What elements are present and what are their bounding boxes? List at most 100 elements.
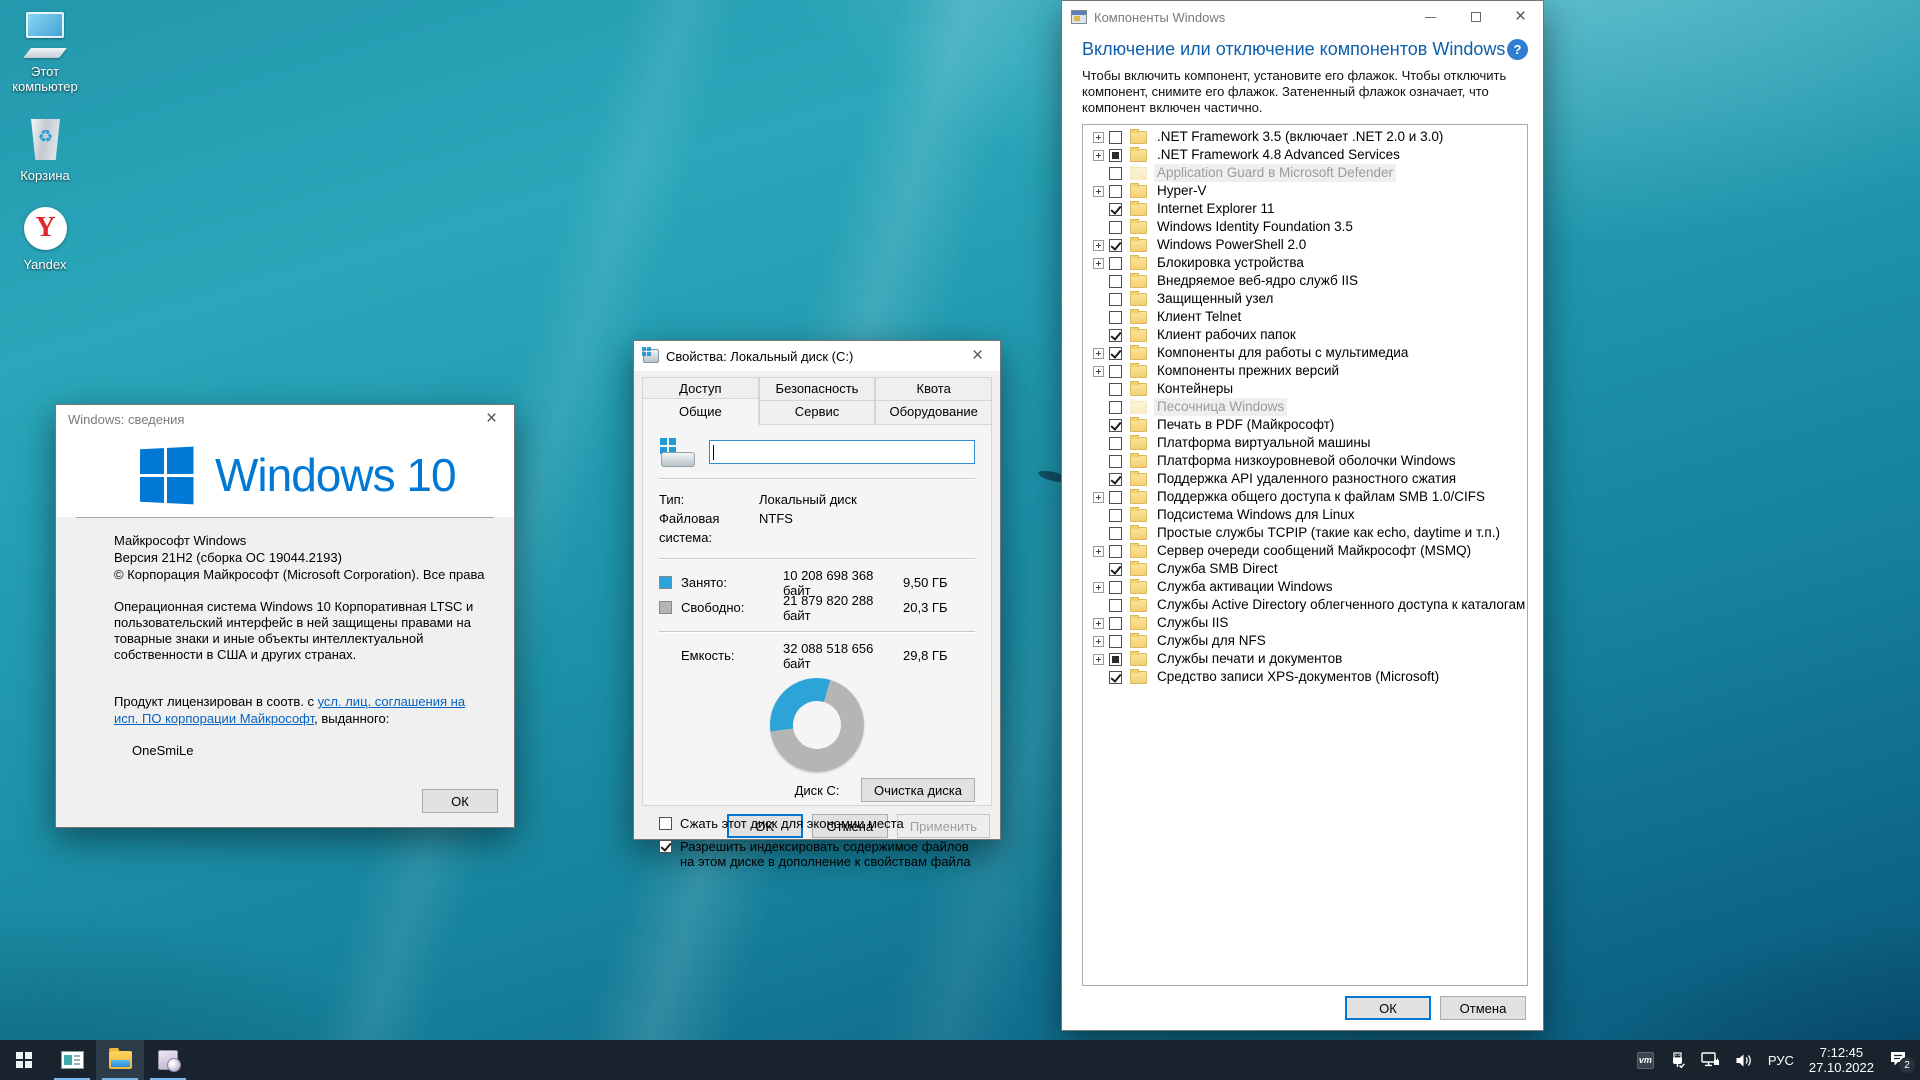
action-center-button[interactable]: 2 <box>1889 1050 1915 1073</box>
feature-checkbox[interactable] <box>1109 346 1122 360</box>
taskbar-app-features[interactable] <box>144 1040 192 1080</box>
feature-checkbox[interactable] <box>1109 238 1122 252</box>
feature-checkbox[interactable] <box>1109 598 1122 612</box>
feature-checkbox[interactable] <box>1109 670 1122 684</box>
feature-item[interactable]: Application Guard в Microsoft Defender <box>1087 164 1527 182</box>
feature-item[interactable]: Простые службы TCPIP (такие как echo, da… <box>1087 524 1527 542</box>
feature-item[interactable]: Клиент рабочих папок <box>1087 326 1527 344</box>
feature-checkbox[interactable] <box>1109 652 1122 666</box>
feature-item[interactable]: Песочница Windows <box>1087 398 1527 416</box>
volume-tray-icon[interactable] <box>1735 1053 1753 1068</box>
feature-item[interactable]: Hyper-V <box>1087 182 1527 200</box>
feature-checkbox[interactable] <box>1109 184 1122 198</box>
expand-icon[interactable] <box>1093 347 1104 359</box>
features-titlebar[interactable]: Компоненты Windows × <box>1062 1 1543 33</box>
expand-icon[interactable] <box>1093 617 1104 629</box>
feature-checkbox[interactable] <box>1109 328 1122 342</box>
feature-checkbox[interactable] <box>1109 130 1122 144</box>
desktop-icon-yandex[interactable]: Yandex <box>6 205 84 272</box>
feature-checkbox[interactable] <box>1109 490 1122 504</box>
ok-button[interactable]: ОК <box>1345 996 1431 1020</box>
expand-icon[interactable] <box>1093 581 1104 593</box>
feature-item[interactable]: Windows PowerShell 2.0 <box>1087 236 1527 254</box>
feature-checkbox[interactable] <box>1109 472 1122 486</box>
feature-checkbox[interactable] <box>1109 418 1122 432</box>
start-button[interactable] <box>0 1040 48 1080</box>
tab-security[interactable]: Безопасность <box>758 377 876 400</box>
feature-checkbox[interactable] <box>1109 400 1122 414</box>
feature-checkbox[interactable] <box>1109 148 1122 162</box>
about-titlebar[interactable]: Windows: сведения × <box>56 405 514 433</box>
feature-checkbox[interactable] <box>1109 292 1122 306</box>
feature-checkbox[interactable] <box>1109 256 1122 270</box>
cancel-button[interactable]: Отмена <box>1440 996 1526 1020</box>
feature-item[interactable]: Печать в PDF (Майкрософт) <box>1087 416 1527 434</box>
feature-item[interactable]: Поддержка API удаленного разностного сжа… <box>1087 470 1527 488</box>
feature-checkbox[interactable] <box>1109 310 1122 324</box>
feature-item[interactable]: Блокировка устройства <box>1087 254 1527 272</box>
feature-checkbox[interactable] <box>1109 436 1122 450</box>
feature-item[interactable]: Платформа виртуальной машины <box>1087 434 1527 452</box>
feature-item[interactable]: Службы IIS <box>1087 614 1527 632</box>
feature-item[interactable]: Клиент Telnet <box>1087 308 1527 326</box>
taskbar-app-about[interactable] <box>48 1040 96 1080</box>
feature-item[interactable]: .NET Framework 3.5 (включает .NET 2.0 и … <box>1087 128 1527 146</box>
feature-checkbox[interactable] <box>1109 454 1122 468</box>
expand-icon[interactable] <box>1093 635 1104 647</box>
expand-icon[interactable] <box>1093 491 1104 503</box>
expand-icon[interactable] <box>1093 257 1104 269</box>
minimize-icon[interactable] <box>1408 1 1453 33</box>
feature-checkbox[interactable] <box>1109 616 1122 630</box>
feature-checkbox[interactable] <box>1109 220 1122 234</box>
volume-label-input[interactable] <box>709 440 975 464</box>
feature-item[interactable]: Защищенный узел <box>1087 290 1527 308</box>
clock[interactable]: 7:12:45 27.10.2022 <box>1809 1045 1874 1075</box>
close-icon[interactable]: × <box>1498 1 1543 33</box>
checkbox[interactable] <box>659 840 672 853</box>
tab-general[interactable]: Общие <box>642 398 759 425</box>
feature-checkbox[interactable] <box>1109 526 1122 540</box>
vmware-tray-icon[interactable]: vm <box>1636 1051 1654 1069</box>
feature-checkbox[interactable] <box>1109 202 1122 216</box>
feature-item[interactable]: Windows Identity Foundation 3.5 <box>1087 218 1527 236</box>
feature-checkbox[interactable] <box>1109 580 1122 594</box>
tab-access[interactable]: Доступ <box>642 377 759 400</box>
feature-checkbox[interactable] <box>1109 508 1122 522</box>
tab-hardware[interactable]: Оборудование <box>875 400 993 425</box>
ok-button[interactable]: ОК <box>422 789 498 813</box>
taskbar-app-explorer[interactable] <box>96 1040 144 1080</box>
feature-checkbox[interactable] <box>1109 274 1122 288</box>
feature-checkbox[interactable] <box>1109 382 1122 396</box>
feature-checkbox[interactable] <box>1109 544 1122 558</box>
desktop-icon-recycle-bin[interactable]: Корзина <box>6 116 84 183</box>
feature-item[interactable]: Поддержка общего доступа к файлам SMB 1.… <box>1087 488 1527 506</box>
feature-item[interactable]: Внедряемое веб-ядро служб IIS <box>1087 272 1527 290</box>
tab-quota[interactable]: Квота <box>875 377 993 400</box>
close-icon[interactable]: × <box>469 405 514 433</box>
feature-item[interactable]: Служба SMB Direct <box>1087 560 1527 578</box>
expand-icon[interactable] <box>1093 149 1104 161</box>
expand-icon[interactable] <box>1093 239 1104 251</box>
desktop-icon-this-pc[interactable]: Этот компьютер <box>6 12 84 94</box>
feature-item[interactable]: Подсистема Windows для Linux <box>1087 506 1527 524</box>
help-icon[interactable]: ? <box>1507 39 1528 60</box>
feature-checkbox[interactable] <box>1109 634 1122 648</box>
expand-icon[interactable] <box>1093 185 1104 197</box>
feature-checkbox[interactable] <box>1109 364 1122 378</box>
feature-item[interactable]: .NET Framework 4.8 Advanced Services <box>1087 146 1527 164</box>
expand-icon[interactable] <box>1093 653 1104 665</box>
feature-item[interactable]: Службы Active Directory облегченного дос… <box>1087 596 1527 614</box>
feature-item[interactable]: Компоненты прежних версий <box>1087 362 1527 380</box>
feature-item[interactable]: Контейнеры <box>1087 380 1527 398</box>
network-tray-icon[interactable] <box>1701 1052 1720 1068</box>
feature-item[interactable]: Компоненты для работы с мультимедиа <box>1087 344 1527 362</box>
feature-item[interactable]: Служба активации Windows <box>1087 578 1527 596</box>
expand-icon[interactable] <box>1093 365 1104 377</box>
feature-item[interactable]: Службы для NFS <box>1087 632 1527 650</box>
feature-item[interactable]: Средство записи XPS-документов (Microsof… <box>1087 668 1527 686</box>
feature-item[interactable]: Службы печати и документов <box>1087 650 1527 668</box>
feature-item[interactable]: Internet Explorer 11 <box>1087 200 1527 218</box>
disk-cleanup-button[interactable]: Очистка диска <box>861 778 975 802</box>
usb-tray-icon[interactable] <box>1669 1051 1686 1069</box>
feature-item[interactable]: Сервер очереди сообщений Майкрософт (MSM… <box>1087 542 1527 560</box>
